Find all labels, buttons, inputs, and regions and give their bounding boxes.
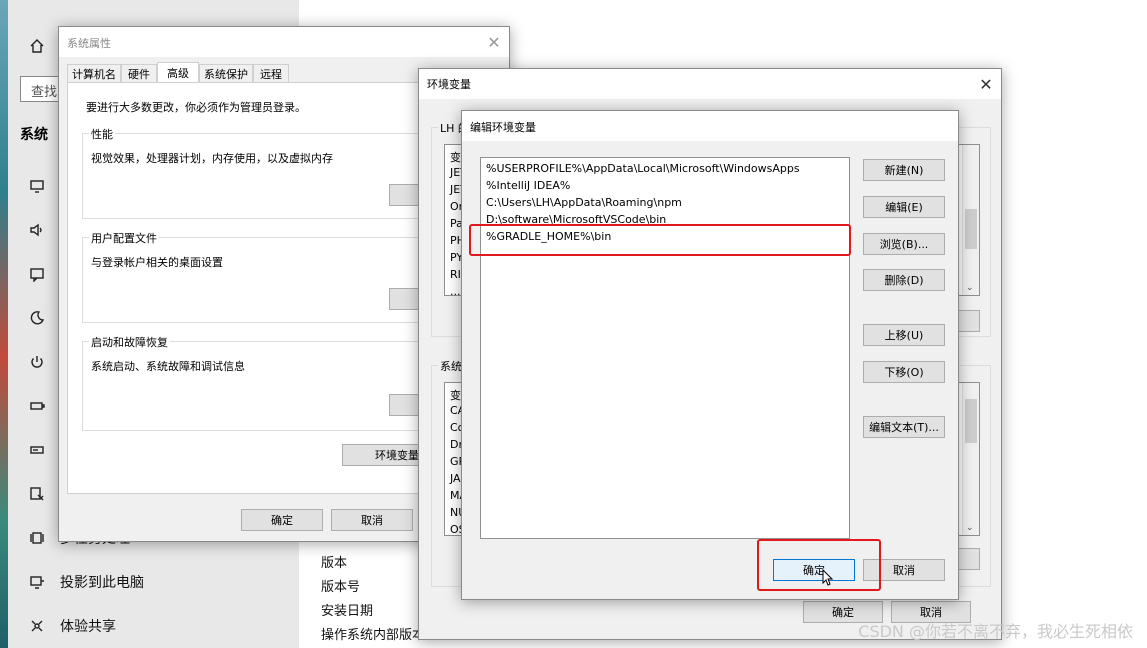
settings-search-placeholder: 查找 [31, 85, 58, 100]
system-properties-ok-button[interactable]: 确定 [241, 509, 323, 531]
tab-remote[interactable]: 远程 [253, 64, 289, 83]
path-entry[interactable]: C:\Users\LH\AppData\Roaming\npm [486, 196, 682, 209]
path-entry[interactable]: D:\software\MicrosoftVSCode\bin [486, 213, 666, 226]
browse-button[interactable]: 浏览(B)... [863, 233, 945, 255]
settings-section-title: 系统 [20, 127, 48, 143]
battery-icon [28, 397, 46, 415]
move-down-button[interactable]: 下移(O) [863, 361, 945, 383]
new-button[interactable]: 新建(N) [863, 159, 945, 181]
share-icon [28, 617, 46, 635]
system-var-header: 变 [450, 389, 461, 402]
path-entry-selected[interactable]: %GRADLE_HOME%\bin [486, 230, 611, 243]
system-variables-scroll-thumb[interactable] [965, 399, 977, 443]
tab-advanced[interactable]: 高级 [157, 62, 199, 83]
desktop-wallpaper [0, 0, 8, 648]
scroll-down-arrow-icon[interactable]: ⌄ [966, 283, 974, 293]
about-os-build: 操作系统内部版本 [321, 628, 426, 643]
edit-env-cancel-button[interactable]: 取消 [863, 559, 945, 581]
tab-system-protection[interactable]: 系统保护 [199, 64, 253, 83]
csdn-watermark: CSDN @你若不离不弃，我必生死相依 [858, 622, 1133, 641]
user-var-item[interactable]: ... [450, 285, 461, 295]
edit-button[interactable]: 编辑(E) [863, 196, 945, 218]
multitask-icon [28, 529, 46, 547]
edit-environment-variable-dialog: 编辑环境变量 %USERPROFILE%\AppData\Local\Micro… [461, 110, 959, 600]
edit-text-button[interactable]: 编辑文本(T)... [863, 416, 945, 438]
startup-recovery-desc: 系统启动、系统故障和调试信息 [91, 360, 245, 373]
tab-hardware[interactable]: 硬件 [121, 64, 157, 83]
nav-shared-experiences[interactable]: 体验共享 [28, 614, 116, 638]
power-icon [28, 353, 46, 371]
tab-computer-name[interactable]: 计算机名 [67, 64, 121, 83]
projection-icon [28, 573, 46, 591]
path-entry[interactable]: %IntelliJ IDEA% [486, 179, 570, 192]
about-install-date: 安装日期 [321, 604, 374, 619]
about-version: 版本 [321, 556, 348, 571]
edit-environment-variable-title: 编辑环境变量 [470, 121, 536, 134]
system-variables-scrollbar[interactable]: ⌄ [962, 383, 979, 535]
system-properties-cancel-button[interactable]: 取消 [331, 509, 413, 531]
tablet-icon [28, 485, 46, 503]
system-properties-titlebar: 系统属性 ✕ [59, 27, 509, 57]
move-up-button[interactable]: 上移(U) [863, 324, 945, 346]
edit-env-ok-button[interactable]: 确定 [773, 559, 855, 581]
about-build: 版本号 [321, 580, 361, 595]
user-var-header: 变 [450, 151, 461, 164]
admin-note: 要进行大多数更改，你必须作为管理员登录。 [86, 101, 306, 114]
focus-moon-icon [28, 309, 46, 327]
system-var-item[interactable]: JA [450, 472, 461, 485]
user-variables-scrollbar[interactable]: ⌄ [962, 145, 979, 295]
startup-recovery-title: 启动和故障恢复 [89, 334, 170, 350]
path-entries-list[interactable]: %USERPROFILE%\AppData\Local\Microsoft\Wi… [480, 157, 850, 539]
monitor-icon [28, 177, 46, 195]
user-profile-desc: 与登录帐户相关的桌面设置 [91, 256, 223, 269]
user-profile-title: 用户配置文件 [89, 230, 159, 246]
user-variables-scroll-thumb[interactable] [965, 209, 977, 249]
delete-button[interactable]: 删除(D) [863, 269, 945, 291]
nav-projection[interactable]: 投影到此电脑 [28, 570, 144, 594]
performance-desc: 视觉效果，处理器计划，内存使用，以及虚拟内存 [91, 152, 333, 165]
path-entry[interactable]: %USERPROFILE%\AppData\Local\Microsoft\Wi… [486, 162, 800, 175]
edit-environment-variable-titlebar: 编辑环境变量 [462, 111, 958, 141]
notification-icon [28, 265, 46, 283]
mouse-cursor-icon [822, 569, 834, 586]
storage-icon [28, 441, 46, 459]
environment-variables-close-icon[interactable]: ✕ [971, 69, 1001, 99]
performance-title: 性能 [89, 126, 115, 142]
scroll-down-arrow-icon[interactable]: ⌄ [966, 523, 974, 533]
home-icon [28, 37, 46, 55]
environment-variables-titlebar: 环境变量 ✕ [419, 69, 1001, 99]
environment-variables-title: 环境变量 [427, 78, 471, 91]
system-properties-close-icon[interactable]: ✕ [479, 27, 509, 57]
system-properties-title: 系统属性 [67, 37, 111, 50]
speaker-icon [28, 221, 46, 239]
